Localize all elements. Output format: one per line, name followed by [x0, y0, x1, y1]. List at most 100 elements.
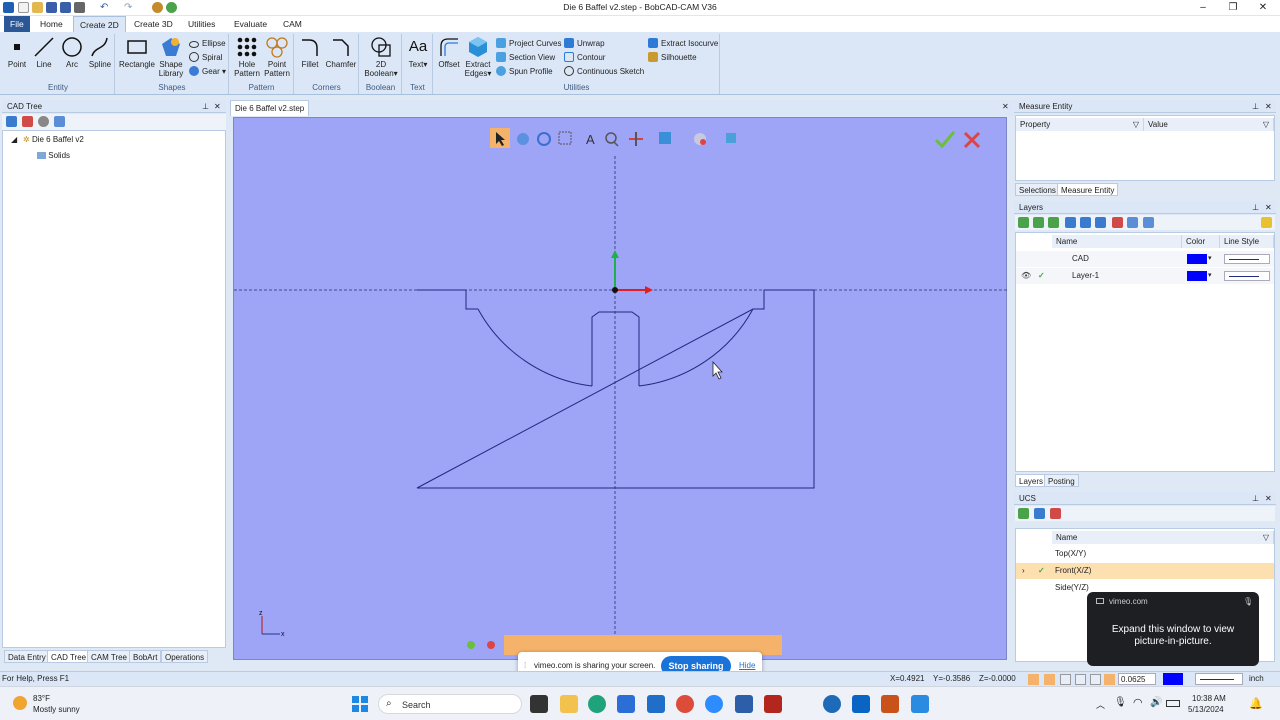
- cancel-x-icon[interactable]: [963, 131, 981, 149]
- snap-step-icon[interactable]: [1104, 674, 1115, 685]
- extract-edges-button[interactable]: Extract Edges▾: [463, 36, 493, 78]
- tree-search-icon[interactable]: [38, 116, 49, 127]
- shape-library-button[interactable]: Shape Library: [156, 36, 186, 78]
- snap-off-icon[interactable]: [487, 641, 495, 649]
- layer-row-cad[interactable]: CAD ▾: [1016, 251, 1274, 267]
- tab-operations[interactable]: Operations: [161, 650, 209, 663]
- value-column-header[interactable]: Value ▽: [1144, 118, 1274, 131]
- layer-col-name[interactable]: Name: [1052, 235, 1182, 248]
- tab-posting[interactable]: Posting: [1044, 474, 1079, 487]
- ellipse-button[interactable]: Ellipse: [189, 38, 226, 50]
- point-pattern-button[interactable]: Point Pattern: [262, 36, 292, 78]
- continuous-sketch-button[interactable]: Continuous Sketch: [564, 66, 644, 78]
- tab-cam[interactable]: CAM: [277, 16, 308, 32]
- ucs-copy-icon[interactable]: [1034, 508, 1045, 519]
- 2d-boolean-button[interactable]: 2D Boolean▾: [362, 36, 400, 78]
- snap-endpoint-icon[interactable]: [1044, 674, 1055, 685]
- section-view-button[interactable]: Section View: [496, 52, 555, 64]
- layer-properties-icon[interactable]: [1143, 217, 1154, 228]
- chrome-icon[interactable]: [676, 695, 694, 713]
- mail-icon[interactable]: [647, 695, 665, 713]
- filter-icon[interactable]: ▽: [1133, 118, 1139, 131]
- gear-button[interactable]: Gear ▾: [189, 66, 226, 78]
- maximize-icon[interactable]: ❐: [1216, 0, 1250, 16]
- layer-color-swatch[interactable]: [1187, 271, 1207, 281]
- axis-icon[interactable]: [629, 132, 643, 146]
- window-zoom-icon[interactable]: [558, 131, 572, 145]
- ucs-erase-icon[interactable]: [1050, 508, 1061, 519]
- layer-col-linestyle[interactable]: Line Style: [1220, 235, 1274, 248]
- tree-erase-icon[interactable]: [22, 116, 33, 127]
- display-settings-icon[interactable]: [694, 133, 706, 145]
- spiral-button[interactable]: Spiral: [189, 52, 222, 64]
- tab-cad-tree[interactable]: CAD Tree: [47, 650, 91, 663]
- file-explorer-icon[interactable]: [560, 695, 578, 713]
- outlook-icon[interactable]: [852, 695, 870, 713]
- viewport-canvas[interactable]: A z x: [234, 118, 1008, 661]
- text-button[interactable]: Aa Text▾: [404, 36, 432, 69]
- filter-icon[interactable]: ▽: [1263, 531, 1269, 544]
- offset-button[interactable]: Offset: [435, 36, 463, 69]
- contour-button[interactable]: Contour: [564, 52, 605, 64]
- silhouette-button[interactable]: Silhouette: [648, 52, 697, 64]
- volume-icon[interactable]: 🔊: [1150, 697, 1162, 708]
- vimeo-pip-popup[interactable]: vimeo.com 🎙 Expand this window to view p…: [1087, 592, 1259, 666]
- pdf-icon[interactable]: [764, 695, 782, 713]
- app-icon-8[interactable]: [735, 695, 753, 713]
- tab-create-3d[interactable]: Create 3D: [128, 16, 179, 32]
- step-size-input[interactable]: 0.0625: [1118, 673, 1156, 685]
- view-cube-icon[interactable]: [659, 132, 671, 144]
- app-icon-12[interactable]: [881, 695, 899, 713]
- erase-layer-icon[interactable]: [1112, 217, 1123, 228]
- ucs-row-front[interactable]: › ✓ Front(X/Z): [1016, 563, 1274, 579]
- unwrap-button[interactable]: Unwrap: [564, 38, 605, 50]
- shading-icon[interactable]: [726, 133, 736, 143]
- layer-color-swatch[interactable]: [1187, 254, 1207, 264]
- project-curves-button[interactable]: Project Curves: [496, 38, 561, 50]
- chamfer-button[interactable]: Chamfer: [324, 36, 358, 69]
- mic-icon[interactable]: 🎙: [1243, 597, 1253, 606]
- units-selector[interactable]: inch: [1249, 674, 1264, 683]
- close-icon[interactable]: ✕: [1246, 0, 1280, 16]
- wifi-icon[interactable]: ◠: [1133, 696, 1143, 709]
- snap-grid-icon[interactable]: [1028, 674, 1039, 685]
- line-button[interactable]: Line: [31, 36, 57, 69]
- tab-create-2d[interactable]: Create 2D: [73, 16, 126, 32]
- snap-midpoint-icon[interactable]: [1060, 674, 1071, 685]
- color-dropdown-icon[interactable]: ▾: [1208, 251, 1212, 267]
- start-icon[interactable]: [352, 696, 368, 712]
- zoom-icon[interactable]: [605, 132, 619, 147]
- pan-icon[interactable]: [517, 133, 529, 145]
- extract-isocurve-button[interactable]: Extract Isocurve: [648, 38, 718, 50]
- add-sublayer-icon[interactable]: [1033, 217, 1044, 228]
- notification-icon[interactable]: 🔔: [1249, 697, 1263, 710]
- snap-center-icon[interactable]: [1075, 674, 1086, 685]
- rectangle-button[interactable]: Rectangle: [118, 36, 156, 69]
- measure-close-icon[interactable]: ✕: [1265, 100, 1272, 113]
- move-down-icon[interactable]: [1095, 217, 1106, 228]
- baffle-profile[interactable]: [416, 289, 815, 489]
- tree-item-solids[interactable]: Solids: [37, 151, 70, 160]
- move-up-icon[interactable]: [1080, 217, 1091, 228]
- mic-tray-icon[interactable]: 🎙: [1114, 697, 1127, 708]
- move-left-icon[interactable]: [1065, 217, 1076, 228]
- linestyle-selector[interactable]: [1224, 271, 1270, 281]
- tree-expander-icon[interactable]: ◢: [11, 135, 17, 144]
- tab-evaluate[interactable]: Evaluate: [228, 16, 273, 32]
- bobcad-icon[interactable]: [823, 695, 841, 713]
- layers-pin-icon[interactable]: ⊥: [1252, 201, 1259, 214]
- document-tab[interactable]: Die 6 Baffel v2.step: [230, 100, 310, 116]
- task-view-icon[interactable]: [530, 695, 548, 713]
- tab-measure-entity[interactable]: Measure Entity: [1057, 183, 1119, 196]
- eye-icon[interactable]: 👁: [1021, 268, 1031, 284]
- color-swatch[interactable]: [1163, 673, 1183, 685]
- layer-col-color[interactable]: Color: [1182, 235, 1220, 248]
- point-button[interactable]: Point: [4, 36, 30, 69]
- taskbar-search[interactable]: ⌕ Search: [378, 694, 522, 714]
- store-icon[interactable]: [617, 695, 635, 713]
- tree-settings-icon[interactable]: [54, 116, 65, 127]
- tab-utilities[interactable]: Utilities: [182, 16, 221, 32]
- tab-layers[interactable]: Layers: [1015, 474, 1048, 487]
- tab-cam-tree[interactable]: CAM Tree: [87, 650, 132, 663]
- tab-file[interactable]: File: [4, 16, 30, 32]
